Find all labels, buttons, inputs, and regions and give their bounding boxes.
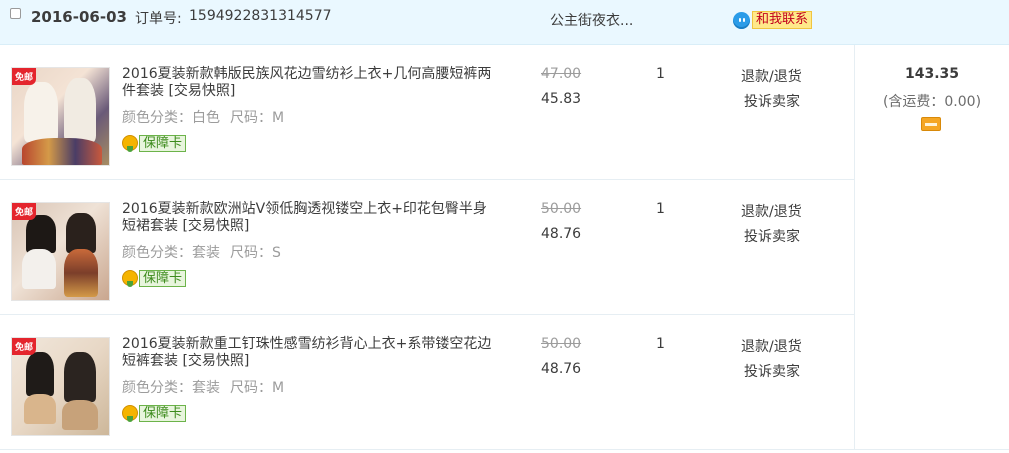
original-price: 47.00 (541, 66, 582, 82)
guarantee-badge-icon (122, 405, 138, 422)
payment-card-icon[interactable] (921, 117, 941, 131)
quantity: 1 (656, 336, 665, 352)
refund-return-link[interactable]: 退款/退货 (741, 201, 802, 221)
guarantee-badge-icon (122, 135, 138, 152)
unit-price: 48.76 (541, 361, 582, 377)
order-number-label: 订单号: (135, 11, 182, 27)
product-title-link[interactable]: 2016夏装新款韩版民族风花边雪纺衫上衣+几何高腰短裤两件套装 [交易快照] (122, 66, 492, 100)
free-shipping-badge: 免邮 (12, 68, 37, 85)
free-shipping-badge: 免邮 (12, 203, 37, 220)
complain-seller-link[interactable]: 投诉卖家 (744, 91, 800, 111)
contact-seller-button[interactable]: 和我联系 (733, 10, 813, 30)
product-title-link[interactable]: 2016夏装新款重工钉珠性感雪纺衫背心上衣+系带镂空花边短裤套装 [交易快照] (122, 336, 492, 370)
guarantee-label: 保障卡 (139, 404, 187, 422)
checkbox-icon[interactable] (10, 8, 21, 19)
original-price: 50.00 (541, 336, 582, 352)
product-thumbnail[interactable]: 免邮 (11, 202, 110, 301)
order-item: 免邮 2016夏装新款韩版民族风花边雪纺衫上衣+几何高腰短裤两件套装 [交易快照… (0, 45, 854, 179)
shipping-note: (含运费：0.00) (882, 94, 982, 110)
sku-size: 尺码：M (230, 380, 285, 396)
guarantee-label: 保障卡 (139, 269, 187, 287)
guarantee-card-button[interactable]: 保障卡 (122, 269, 187, 287)
product-sku: 颜色分类：套装 尺码：S (122, 242, 281, 262)
sku-size: 尺码：S (230, 245, 281, 261)
order-item: 免邮 2016夏装新款欧洲站V领低胸透视镂空上衣+印花包臀半身短裙套装 [交易快… (0, 180, 854, 314)
order-bottom-divider (0, 449, 1009, 450)
complain-seller-link[interactable]: 投诉卖家 (744, 226, 800, 246)
refund-return-link[interactable]: 退款/退货 (741, 336, 802, 356)
unit-price: 48.76 (541, 226, 582, 242)
product-sku: 颜色分类：白色 尺码：M (122, 107, 284, 127)
sku-color: 颜色分类：套装 (122, 245, 220, 261)
wangwang-chat-icon (733, 11, 750, 29)
guarantee-label: 保障卡 (139, 134, 187, 152)
order-item: 免邮 2016夏装新款重工钉珠性感雪纺衫背心上衣+系带镂空花边短裤套装 [交易快… (0, 315, 854, 449)
quantity: 1 (656, 201, 665, 217)
shop-name-link[interactable]: 公主街夜衣... (550, 10, 633, 30)
guarantee-card-button[interactable]: 保障卡 (122, 404, 187, 422)
quantity: 1 (656, 66, 665, 82)
product-thumbnail[interactable]: 免邮 (11, 67, 110, 166)
product-title-link[interactable]: 2016夏装新款欧洲站V领低胸透视镂空上衣+印花包臀半身短裙套装 [交易快照] (122, 201, 492, 235)
order-number: 1594922831314577 (189, 8, 332, 24)
guarantee-card-button[interactable]: 保障卡 (122, 134, 187, 152)
contact-label: 和我联系 (752, 11, 813, 29)
order-total: 143.35 (904, 66, 960, 82)
sku-size: 尺码：M (230, 110, 285, 126)
product-sku: 颜色分类：套装 尺码：M (122, 377, 284, 397)
sku-color: 颜色分类：白色 (122, 110, 220, 126)
original-price: 50.00 (541, 201, 582, 217)
complain-seller-link[interactable]: 投诉卖家 (744, 361, 800, 381)
free-shipping-badge: 免邮 (12, 338, 37, 355)
sku-color: 颜色分类：套装 (122, 380, 220, 396)
order-header: 2016-06-03 订单号: 1594922831314577 公主街夜衣..… (0, 0, 1009, 45)
refund-return-link[interactable]: 退款/退货 (741, 66, 802, 86)
product-thumbnail[interactable]: 免邮 (11, 337, 110, 436)
guarantee-badge-icon (122, 270, 138, 287)
unit-price: 45.83 (541, 91, 582, 107)
order-date: 2016-06-03 (31, 8, 127, 26)
